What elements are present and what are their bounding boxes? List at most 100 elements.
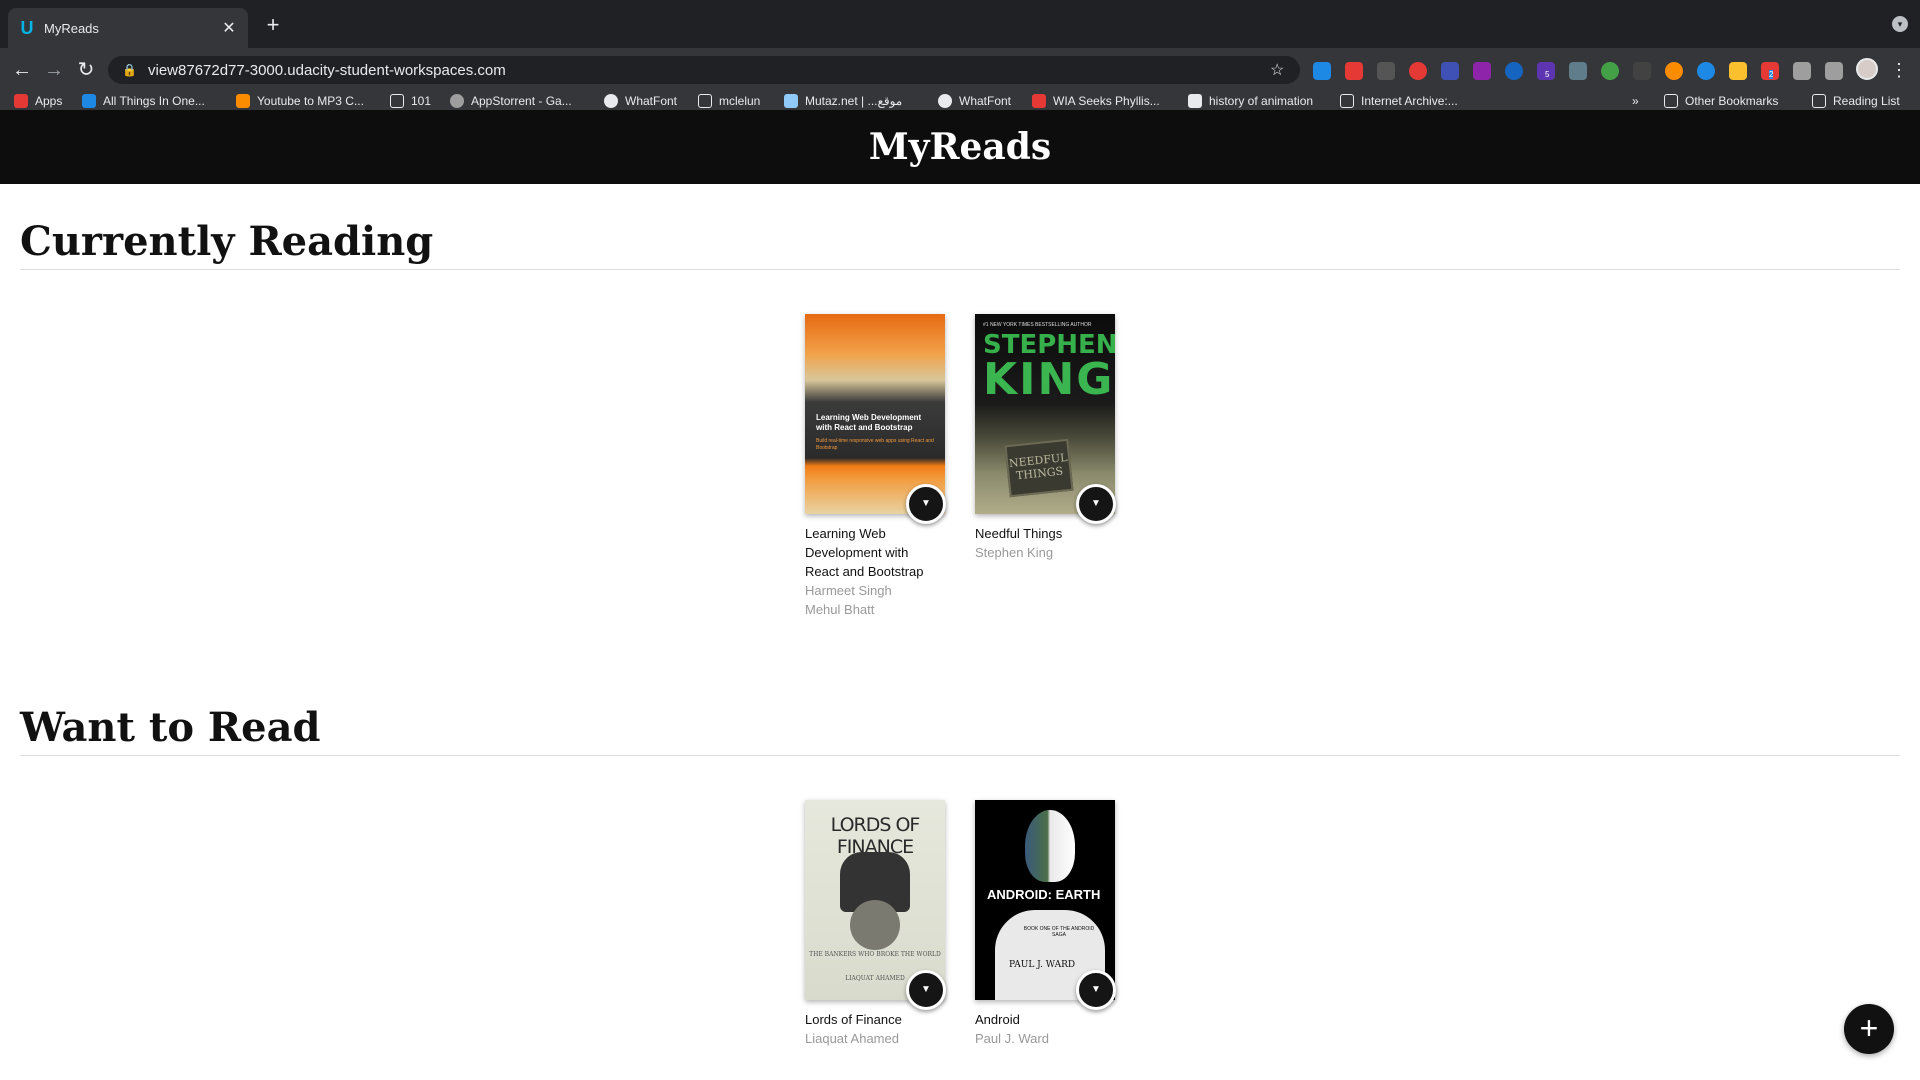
shelf-changer-button[interactable]: ▼ bbox=[906, 970, 946, 1010]
extension-pen-icon[interactable] bbox=[1569, 62, 1587, 80]
extension-yellow-icon[interactable] bbox=[1729, 62, 1747, 80]
folder-icon bbox=[390, 94, 404, 108]
extension-dots-icon[interactable] bbox=[1409, 62, 1427, 80]
cover-sign: NEEDFUL THINGS bbox=[1004, 438, 1074, 498]
cover-android-face bbox=[1025, 810, 1075, 882]
book-author: Harmeet Singh bbox=[805, 583, 892, 598]
extension-badge-count-2: 2 bbox=[1769, 70, 1774, 79]
bookmark-label: WhatFont bbox=[625, 94, 678, 108]
reading-list[interactable]: Reading List bbox=[1812, 92, 1900, 110]
reading-list-icon bbox=[1812, 94, 1826, 108]
bookmark-label: Other Bookmarks bbox=[1685, 94, 1779, 108]
extensions-puzzle-icon[interactable] bbox=[1793, 62, 1811, 80]
cover-title: ANDROID: EARTH bbox=[987, 887, 1101, 902]
shelf-changer-button[interactable]: ▼ bbox=[1076, 484, 1116, 524]
extension-wave-icon[interactable] bbox=[1697, 62, 1715, 80]
profile-avatar[interactable] bbox=[1856, 58, 1878, 80]
archive-icon bbox=[1340, 94, 1354, 108]
book-author: Stephen King bbox=[975, 545, 1054, 560]
bookmark-label: Apps bbox=[35, 94, 63, 108]
back-icon[interactable]: ← bbox=[8, 56, 36, 84]
overflow-chevron-icon: » bbox=[1632, 94, 1639, 108]
dropdown-arrow-icon: ▼ bbox=[921, 498, 931, 509]
bookmark-apps[interactable]: Apps bbox=[14, 92, 62, 110]
globe-icon bbox=[938, 94, 952, 108]
forward-icon[interactable]: → bbox=[40, 56, 68, 84]
bookmark-whatfont[interactable]: WhatFont bbox=[604, 92, 677, 110]
bookmark-whatfont-2[interactable]: WhatFont bbox=[938, 92, 1011, 110]
shelf-divider bbox=[20, 269, 1900, 270]
extension-badge-icon[interactable]: 5 bbox=[1537, 62, 1555, 80]
tab-title: MyReads bbox=[44, 20, 99, 36]
extension-translate-icon[interactable] bbox=[1441, 62, 1459, 80]
bookmark-all-things[interactable]: All Things In One... bbox=[82, 92, 205, 110]
wikipedia-icon bbox=[1188, 94, 1202, 108]
shelf-title-want-to-read: Want to Read bbox=[20, 704, 321, 751]
bookmark-label: Reading List bbox=[1833, 94, 1900, 108]
site-icon bbox=[1032, 94, 1046, 108]
site-icon bbox=[698, 94, 712, 108]
bookmark-appstorrent[interactable]: AppStorrent - Ga... bbox=[450, 92, 572, 110]
browser-menu-icon[interactable]: ⋮ bbox=[1890, 58, 1908, 82]
bookmark-internet-archive[interactable]: Internet Archive:... bbox=[1340, 92, 1458, 110]
bookmark-label: Youtube to MP3 C... bbox=[257, 94, 364, 108]
bookmark-other[interactable]: Other Bookmarks bbox=[1664, 92, 1778, 110]
cover-subtitle: BOOK ONE OF THE ANDROID SAGA bbox=[1023, 926, 1095, 938]
bookmark-label: WIA Seeks Phyllis... bbox=[1053, 94, 1160, 108]
cover-globe bbox=[850, 900, 900, 950]
folder-icon bbox=[1664, 94, 1678, 108]
media-controls-icon[interactable] bbox=[1825, 62, 1843, 80]
app-title: MyReads bbox=[868, 126, 1052, 168]
extension-font-icon[interactable] bbox=[1633, 62, 1651, 80]
browser-tab-strip: U MyReads ✕ + ▾ bbox=[0, 0, 1920, 48]
tab-close-icon[interactable]: ✕ bbox=[220, 18, 238, 38]
bookmark-label: All Things In One... bbox=[103, 94, 205, 108]
bookmarks-overflow-icon[interactable]: » bbox=[1632, 92, 1639, 110]
cover-title: Learning Web Development with React and … bbox=[816, 413, 922, 432]
extension-gem-icon[interactable] bbox=[1505, 62, 1523, 80]
browser-tab[interactable]: U MyReads ✕ bbox=[8, 8, 248, 48]
bookmark-label: Internet Archive:... bbox=[1361, 94, 1458, 108]
cover-author-line: KING bbox=[983, 354, 1115, 405]
shelf-divider bbox=[20, 755, 1900, 756]
dropdown-arrow-icon: ▼ bbox=[1091, 984, 1101, 995]
bookmark-mutaz[interactable]: Mutaz.net | ...موقع bbox=[784, 92, 902, 110]
tab-search-icon[interactable]: ▾ bbox=[1892, 16, 1908, 32]
dropdown-arrow-icon: ▼ bbox=[1091, 498, 1101, 509]
bookmark-label: 101 bbox=[411, 94, 432, 108]
extension-bracket-icon[interactable] bbox=[1377, 62, 1395, 80]
shelf-title-currently-reading: Currently Reading bbox=[20, 218, 434, 265]
address-bar[interactable]: 🔒 view87672d77-3000.udacity-student-work… bbox=[108, 56, 1300, 84]
browser-toolbar: ← → ↻ 🔒 view87672d77-3000.udacity-studen… bbox=[0, 48, 1920, 92]
shelf-changer-button[interactable]: ▼ bbox=[906, 484, 946, 524]
bookmark-folder-101[interactable]: 101 bbox=[390, 92, 431, 110]
extension-badge-count: 5 bbox=[1545, 70, 1550, 79]
add-book-button[interactable]: + bbox=[1844, 1004, 1894, 1054]
url-text[interactable]: view87672d77-3000.udacity-student-worksp… bbox=[148, 62, 1270, 79]
extension-mascot-icon[interactable] bbox=[1665, 62, 1683, 80]
lock-icon: 🔒 bbox=[122, 63, 137, 77]
book-author: Mehul Bhatt bbox=[805, 602, 875, 617]
extension-colorpick-icon[interactable] bbox=[1601, 62, 1619, 80]
cover-author: PAUL J. WARD bbox=[1009, 960, 1076, 970]
book-author: Liaquat Ahamed bbox=[805, 1031, 899, 1046]
bookmark-star-icon[interactable]: ☆ bbox=[1270, 60, 1294, 80]
site-icon bbox=[82, 94, 96, 108]
reload-icon[interactable]: ↻ bbox=[72, 56, 100, 84]
bookmark-wia[interactable]: WIA Seeks Phyllis... bbox=[1032, 92, 1160, 110]
bookmark-history-animation[interactable]: history of animation bbox=[1188, 92, 1313, 110]
book-title: Needful Things bbox=[975, 526, 1063, 541]
bookmark-label: AppStorrent - Ga... bbox=[471, 94, 572, 108]
shelf-changer-button[interactable]: ▼ bbox=[1076, 970, 1116, 1010]
cover-subtitle: THE BANKERS WHO BROKE THE WORLD bbox=[809, 951, 941, 958]
extension-red-icon[interactable] bbox=[1345, 62, 1363, 80]
extension-plus-icon[interactable]: 2 bbox=[1761, 62, 1779, 80]
apps-grid-icon bbox=[14, 94, 28, 108]
bookmark-label: mclelun bbox=[719, 94, 761, 108]
extension-feather-icon[interactable] bbox=[1473, 62, 1491, 80]
bookmark-label: Mutaz.net | ...موقع bbox=[805, 94, 903, 108]
bookmark-mclelun[interactable]: mclelun bbox=[698, 92, 760, 110]
bookmark-youtube-mp3[interactable]: Youtube to MP3 C... bbox=[236, 92, 364, 110]
new-tab-button[interactable]: + bbox=[260, 12, 286, 38]
extension-s-icon[interactable] bbox=[1313, 62, 1331, 80]
